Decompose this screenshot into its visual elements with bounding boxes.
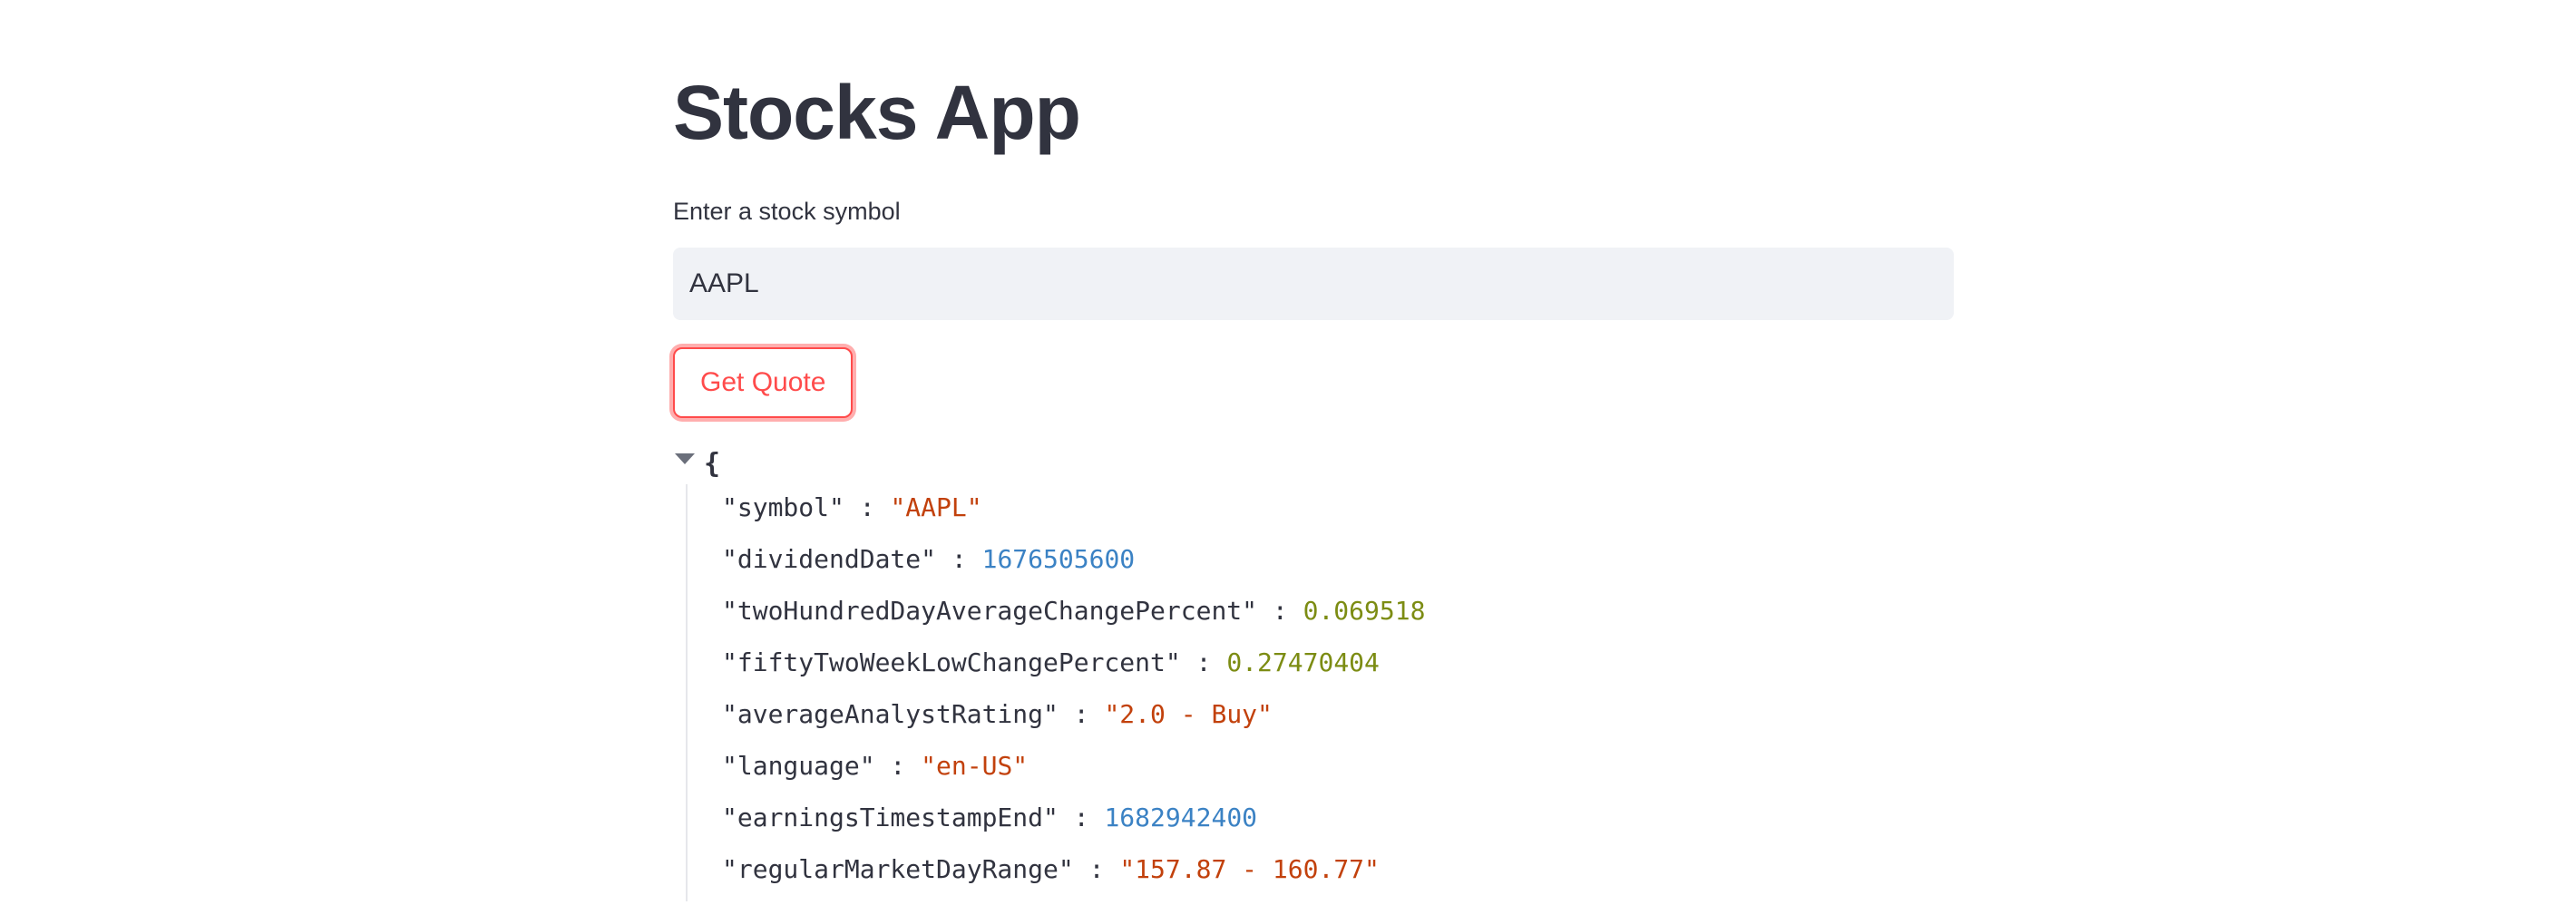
json-value: 1676505600 — [981, 544, 1136, 574]
json-value: 0.069518 — [1303, 596, 1426, 626]
json-key: "averageAnalystRating" — [722, 699, 1059, 729]
json-row: "fiftyTwoWeekLowChangePercent" : 0.27470… — [722, 647, 1425, 698]
json-row: "language" : "en-US" — [722, 750, 1425, 802]
json-key: "language" — [722, 751, 875, 781]
json-value: 0.27470404 — [1226, 647, 1380, 677]
json-open-brace: { — [704, 448, 721, 480]
json-colon: : — [874, 751, 922, 781]
json-colon: : — [936, 544, 982, 574]
json-row: "twoHundredDayAverageChangePercent" : 0.… — [722, 595, 1425, 647]
symbol-input-container — [673, 248, 1954, 320]
json-key: "twoHundredDayAverageChangePercent" — [722, 596, 1258, 626]
json-row: "earningsTimestampEnd" : 1682942400 — [722, 802, 1425, 853]
json-value: "en-US" — [921, 751, 1029, 781]
json-colon: : — [1180, 647, 1227, 677]
page-title: Stocks App — [673, 70, 1081, 155]
json-colon: : — [1257, 596, 1303, 626]
json-value: 1682942400 — [1104, 803, 1258, 832]
json-row: "dividendDate" : 1676505600 — [722, 543, 1425, 595]
json-colon: : — [1058, 803, 1105, 832]
get-quote-button[interactable]: Get Quote — [673, 347, 854, 418]
json-row: "regularMarketDayRange" : "157.87 - 160.… — [722, 853, 1425, 905]
json-colon: : — [1073, 854, 1120, 884]
json-value: "2.0 - Buy" — [1104, 699, 1273, 729]
json-key: "symbol" — [722, 492, 844, 522]
symbol-input-label: Enter a stock symbol — [673, 198, 901, 225]
json-value: "157.87 - 160.77" — [1119, 854, 1380, 884]
json-row: "symbol" : "AAPL" — [722, 491, 1425, 543]
json-key: "fiftyTwoWeekLowChangePercent" — [722, 647, 1181, 677]
symbol-input[interactable] — [673, 248, 1954, 320]
json-rows: "symbol" : "AAPL" "dividendDate" : 167650… — [722, 491, 1425, 905]
json-colon: : — [1058, 699, 1105, 729]
json-key: "dividendDate" — [722, 544, 937, 574]
json-row: "averageAnalystRating" : "2.0 - Buy" — [722, 698, 1425, 750]
json-colon: : — [844, 492, 891, 522]
json-key: "regularMarketDayRange" — [722, 854, 1074, 884]
json-key: "earningsTimestampEnd" — [722, 803, 1059, 832]
collapse-toggle-icon[interactable] — [675, 453, 695, 464]
json-value: "AAPL" — [890, 492, 982, 522]
json-tree-guide — [686, 484, 688, 901]
